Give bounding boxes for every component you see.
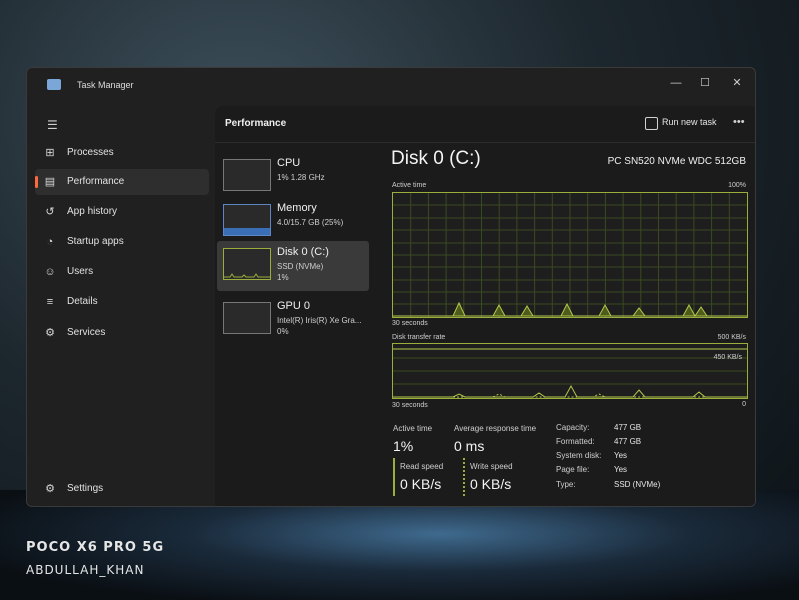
transfer-graph-xlabel: 30 seconds [392, 402, 428, 409]
sidebar-item-app-history[interactable]: ↺ App history [35, 199, 209, 225]
avg-response-label: Average response time [454, 424, 537, 433]
disk-thumbnail-sparkline [224, 273, 270, 278]
active-time-graph-max: 100% [728, 182, 746, 189]
active-time-graph [392, 192, 748, 318]
resource-name: Memory [277, 202, 317, 214]
resource-detail: SSD (NVMe) [277, 262, 324, 271]
system-disk-value: Yes [614, 451, 628, 460]
processes-icon: ⊞ [45, 147, 55, 159]
read-speed-value: 0 KB/s [400, 476, 442, 492]
camera-watermark-owner: ABDULLAH_KHAN [26, 563, 145, 577]
type-value: SSD (NVMe) [614, 480, 661, 489]
details-icon: ≡ [46, 296, 54, 308]
sidebar-item-label: Users [67, 266, 94, 277]
capacity-value: 477 GB [614, 423, 642, 432]
window-title: Task Manager [77, 80, 134, 90]
resource-usage: 1% [277, 273, 289, 282]
hamburger-menu-icon[interactable]: ☰ [47, 118, 58, 132]
resource-detail: Intel(R) Iris(R) Xe Gra... [277, 316, 362, 325]
run-new-task-label: Run new task [662, 117, 717, 127]
performance-panel: Performance Run new task ••• CPU 1% 1.28… [215, 106, 755, 506]
services-icon: ⚙ [45, 327, 55, 339]
page-file-key: Page file: [556, 465, 590, 474]
sidebar-item-performance[interactable]: ▤ Performance [35, 169, 209, 195]
run-task-icon [645, 117, 658, 130]
page-title: Performance [225, 118, 287, 129]
memory-thumbnail-graph [223, 204, 271, 236]
transfer-graph-min: 0 [742, 401, 746, 408]
sidebar-item-startup-apps[interactable]: ◔ Startup apps [35, 229, 209, 255]
disk-transfer-graph-svg [393, 348, 747, 398]
performance-resource-list: CPU 1% 1.28 GHz Memory 4.0/15.7 GB (25%)… [215, 144, 383, 506]
list-item-cpu[interactable]: CPU 1% 1.28 GHz [217, 152, 369, 202]
list-item-disk[interactable]: Disk 0 (C:) SSD (NVMe) 1% [217, 241, 369, 291]
resource-detail: 1% 1.28 GHz [277, 173, 325, 182]
sidebar-item-processes[interactable]: ⊞ Processes [35, 140, 209, 166]
resource-name: CPU [277, 157, 301, 169]
page-file-value: Yes [614, 465, 628, 474]
resource-detail: 4.0/15.7 GB (25%) [277, 218, 344, 227]
sidebar-item-label: Performance [67, 176, 125, 187]
formatted-key: Formatted: [556, 437, 595, 446]
more-options-button[interactable]: ••• [733, 116, 745, 128]
transfer-graph-label: Disk transfer rate [392, 334, 446, 341]
capacity-key: Capacity: [556, 423, 590, 432]
list-item-gpu[interactable]: GPU 0 Intel(R) Iris(R) Xe Gra... 0% [217, 295, 369, 345]
active-time-graph-xlabel: 30 seconds [392, 320, 428, 327]
camera-watermark-model: POCO X6 PRO 5G [26, 540, 165, 555]
performance-icon: ▤ [44, 176, 56, 188]
sidebar-item-users[interactable]: ☺ Users [35, 259, 209, 285]
active-time-graph-label: Active time [392, 182, 427, 189]
disk-detail-view: Disk 0 (C:) PC SN520 NVMe WDC 512GB Acti… [390, 144, 752, 506]
memory-usage-fill [224, 227, 270, 235]
sidebar-item-label: Details [67, 296, 98, 307]
sidebar-item-label: Services [67, 327, 106, 338]
close-button[interactable]: ✕ [728, 74, 746, 92]
users-icon: ☺ [44, 266, 56, 278]
disk-transfer-graph [392, 343, 748, 399]
sidebar-item-label: Startup apps [67, 236, 124, 247]
formatted-value: 477 GB [614, 437, 642, 446]
write-speed-accent [463, 458, 467, 496]
settings-gear-icon: ⚙ [45, 483, 55, 495]
write-speed-value: 0 KB/s [470, 476, 512, 492]
task-manager-app-icon [47, 79, 61, 90]
transfer-graph-ref-label: 450 KB/s [713, 354, 742, 361]
gpu-thumbnail-graph [223, 302, 271, 334]
sidebar-item-settings[interactable]: ⚙ Settings [35, 476, 209, 502]
maximize-button[interactable]: ☐ [696, 74, 714, 92]
list-item-memory[interactable]: Memory 4.0/15.7 GB (25%) [217, 197, 369, 247]
sidebar-item-details[interactable]: ≡ Details [35, 289, 209, 315]
detail-title: Disk 0 (C:) [391, 148, 481, 169]
task-manager-window: Task Manager — ☐ ✕ ☰ ⊞ Processes ▤ Perfo… [26, 67, 756, 507]
disk-model: PC SN520 NVMe WDC 512GB [607, 156, 746, 167]
startup-apps-icon: ◔ [46, 236, 54, 248]
sidebar-item-label: Processes [67, 147, 114, 158]
type-key: Type: [556, 480, 576, 489]
minimize-button[interactable]: — [667, 74, 685, 92]
navigation-sidebar: ☰ ⊞ Processes ▤ Performance ↺ App histor… [27, 102, 213, 506]
app-history-icon: ↺ [45, 206, 55, 218]
read-speed-label: Read speed [400, 462, 444, 471]
resource-name: Disk 0 (C:) [277, 246, 329, 258]
sidebar-item-label: Settings [67, 483, 104, 494]
transfer-graph-max: 500 KB/s [717, 334, 746, 341]
active-time-graph-svg [393, 193, 747, 317]
write-speed-label: Write speed [470, 462, 513, 471]
system-disk-key: System disk: [556, 451, 602, 460]
active-time-stat-value: 1% [393, 438, 414, 454]
avg-response-value: 0 ms [454, 438, 485, 454]
active-time-stat-label: Active time [393, 424, 433, 433]
resource-name: GPU 0 [277, 300, 311, 312]
sidebar-item-label: App history [67, 206, 118, 217]
title-bar: Task Manager — ☐ ✕ [27, 68, 755, 102]
disk-thumbnail-graph [223, 248, 271, 280]
panel-header: Performance Run new task ••• [215, 106, 755, 143]
resource-usage: 0% [277, 327, 289, 336]
sidebar-item-services[interactable]: ⚙ Services [35, 320, 209, 346]
read-speed-accent [393, 458, 395, 496]
cpu-thumbnail-graph [223, 159, 271, 191]
